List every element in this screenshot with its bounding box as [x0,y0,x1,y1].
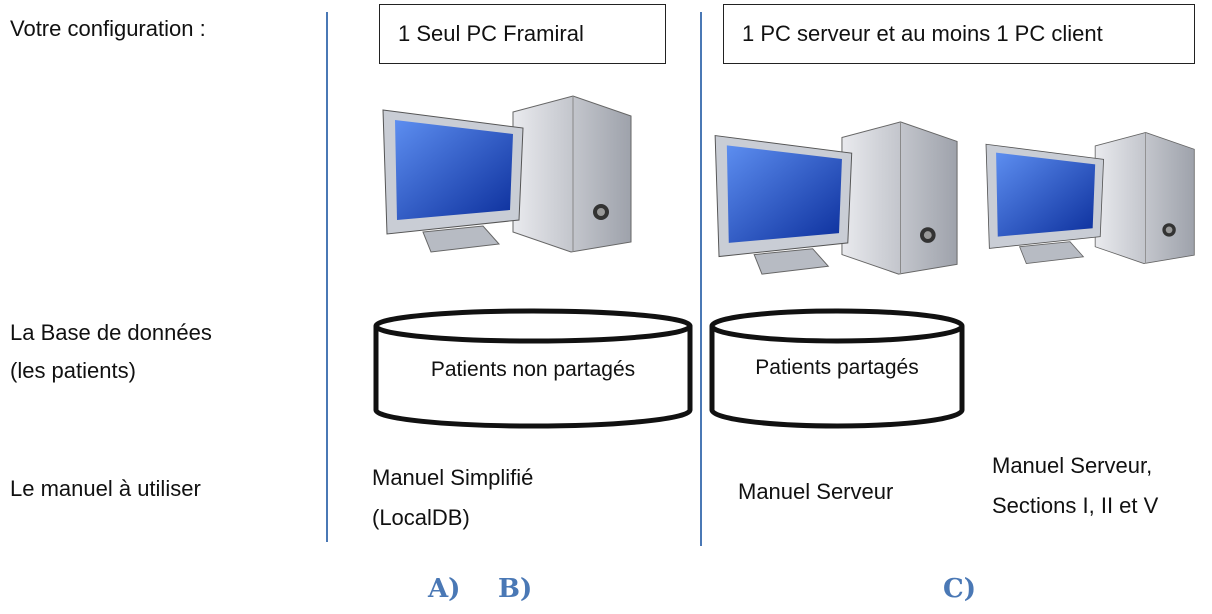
manual-simplified-line2: (LocalDB) [372,505,470,530]
manual-label: Le manuel à utiliser [10,476,201,501]
computer-icon [985,132,1195,264]
manual-server-sections-line1: Manuel Serveur, [992,453,1153,478]
db-not-shared-label: Patients non partagés [430,358,636,381]
database-label-line1: La Base de données [10,320,212,345]
computer-icon [382,95,632,253]
letter-c: C) [943,574,976,604]
single-pc-box: 1 Seul PC Framiral [379,4,666,64]
multi-pc-box-text: 1 PC serveur et au moins 1 PC client [742,21,1103,46]
divider-right [700,12,702,546]
single-pc-box-text: 1 Seul PC Framiral [398,21,584,46]
divider-left [326,12,328,542]
database-label-line2: (les patients) [10,358,136,383]
multi-pc-box: 1 PC serveur et au moins 1 PC client [723,4,1195,64]
db-shared-label: Patients partagés [755,356,919,379]
config-label: Votre configuration : [10,16,206,41]
manual-simplified-line1: Manuel Simplifié [372,465,534,490]
computer-icon [714,121,958,275]
letter-b: B) [498,574,533,604]
manual-server: Manuel Serveur [738,479,894,504]
manual-server-sections-line2: Sections I, II et V [992,493,1159,518]
letter-a: A) [428,574,461,604]
